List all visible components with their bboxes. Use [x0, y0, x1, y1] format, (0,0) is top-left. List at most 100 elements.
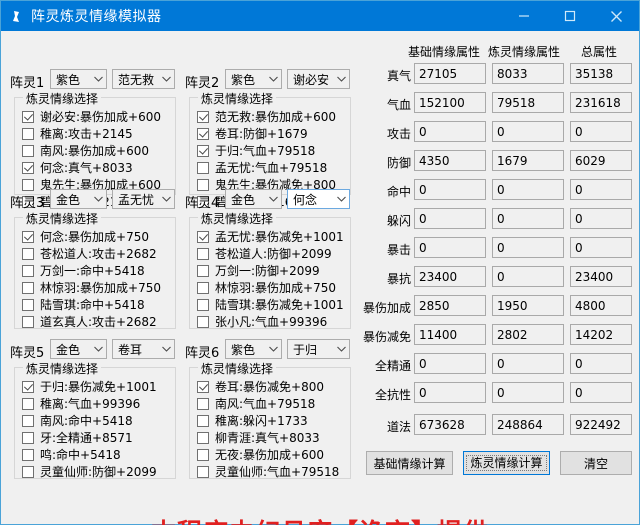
attr-field-11-total[interactable]: 0 — [570, 382, 632, 403]
attr-field-0-base[interactable]: 27105 — [414, 63, 486, 84]
attr-field-7-refine[interactable]: 0 — [492, 266, 564, 287]
checkbox-icon[interactable] — [22, 431, 34, 444]
list-item[interactable]: 孟无忧:气血+79518 — [197, 159, 336, 176]
spirit-1-color-select[interactable]: 紫色 — [50, 69, 107, 89]
checkbox-icon[interactable] — [197, 380, 209, 393]
checkbox-icon[interactable] — [22, 178, 34, 191]
checkbox-icon[interactable] — [197, 127, 209, 140]
attr-field-9-total[interactable]: 14202 — [570, 324, 632, 345]
checkbox-icon[interactable] — [197, 315, 209, 328]
spirit-2-name-select[interactable]: 谢必安 — [287, 69, 350, 89]
checkbox-icon[interactable] — [197, 178, 209, 191]
attr-field-5-total[interactable]: 0 — [570, 208, 632, 229]
checkbox-icon[interactable] — [22, 380, 34, 393]
attr-field-8-refine[interactable]: 1950 — [492, 295, 564, 316]
list-item[interactable]: 道玄真人:攻击+2682 — [22, 313, 161, 330]
checkbox-icon[interactable] — [22, 448, 34, 461]
attr-field-10-base[interactable]: 0 — [414, 353, 486, 374]
attr-field-0-refine[interactable]: 8033 — [492, 63, 564, 84]
spirit-4-color-select[interactable]: 金色 — [225, 189, 282, 209]
minimize-button[interactable] — [501, 1, 547, 31]
attr-field-1-base[interactable]: 152100 — [414, 92, 486, 113]
list-item[interactable]: 何念:暴伤加成+750 — [22, 228, 161, 245]
attr-field-12-refine[interactable]: 248864 — [492, 414, 564, 435]
checkbox-icon[interactable] — [197, 264, 209, 277]
list-item[interactable]: 卷耳:防御+1679 — [197, 125, 336, 142]
checkbox-icon[interactable] — [22, 161, 34, 174]
attr-field-4-total[interactable]: 0 — [570, 179, 632, 200]
maximize-button[interactable] — [547, 1, 593, 31]
list-item[interactable]: 南风:气血+79518 — [197, 395, 339, 412]
list-item[interactable]: 灵童仙师:气血+79518 — [197, 463, 339, 480]
list-item[interactable]: 苍松道人:攻击+2682 — [22, 245, 161, 262]
list-item[interactable]: 陆雪琪:暴伤减免+1001 — [197, 296, 344, 313]
list-item[interactable]: 稚离:气血+99396 — [22, 395, 157, 412]
attr-field-6-base[interactable]: 0 — [414, 237, 486, 258]
attr-field-5-base[interactable]: 0 — [414, 208, 486, 229]
list-item[interactable]: 孟无忧:暴伤减免+1001 — [197, 228, 344, 245]
list-item[interactable]: 南风:暴伤加成+600 — [22, 142, 161, 159]
attr-field-1-total[interactable]: 231618 — [570, 92, 632, 113]
attr-field-11-base[interactable]: 0 — [414, 382, 486, 403]
attr-field-3-total[interactable]: 6029 — [570, 150, 632, 171]
attr-field-2-base[interactable]: 0 — [414, 121, 486, 142]
attr-field-3-base[interactable]: 4350 — [414, 150, 486, 171]
attr-field-4-base[interactable]: 0 — [414, 179, 486, 200]
attr-field-10-total[interactable]: 0 — [570, 353, 632, 374]
checkbox-icon[interactable] — [197, 230, 209, 243]
list-item[interactable]: 于归:气血+79518 — [197, 142, 336, 159]
attr-field-8-base[interactable]: 2850 — [414, 295, 486, 316]
attr-field-0-total[interactable]: 35138 — [570, 63, 632, 84]
checkbox-icon[interactable] — [197, 414, 209, 427]
list-item[interactable]: 陆雪琪:命中+5418 — [22, 296, 161, 313]
attr-field-6-refine[interactable]: 0 — [492, 237, 564, 258]
spirit-2-color-select[interactable]: 紫色 — [225, 69, 282, 89]
list-item[interactable]: 卷耳:暴伤减免+800 — [197, 378, 339, 395]
attr-field-9-base[interactable]: 11400 — [414, 324, 486, 345]
attr-field-10-refine[interactable]: 0 — [492, 353, 564, 374]
spirit-5-name-select[interactable]: 卷耳 — [112, 339, 175, 359]
checkbox-icon[interactable] — [22, 264, 34, 277]
checkbox-icon[interactable] — [22, 465, 34, 478]
list-item[interactable]: 林惊羽:暴伤加成+750 — [197, 279, 344, 296]
checkbox-icon[interactable] — [197, 431, 209, 444]
list-item[interactable]: 牙:全精通+8571 — [22, 429, 157, 446]
list-item[interactable]: 南风:命中+5418 — [22, 412, 157, 429]
checkbox-icon[interactable] — [197, 281, 209, 294]
spirit-4-name-select[interactable]: 何念 — [287, 189, 350, 209]
list-item[interactable]: 万剑一:防御+2099 — [197, 262, 344, 279]
checkbox-icon[interactable] — [197, 144, 209, 157]
attr-field-2-total[interactable]: 0 — [570, 121, 632, 142]
checkbox-icon[interactable] — [22, 397, 34, 410]
checkbox-icon[interactable] — [22, 127, 34, 140]
spirit-3-color-select[interactable]: 金色 — [50, 189, 107, 209]
checkbox-icon[interactable] — [197, 298, 209, 311]
attr-field-11-refine[interactable]: 0 — [492, 382, 564, 403]
attr-field-9-refine[interactable]: 2802 — [492, 324, 564, 345]
spirit-6-name-select[interactable]: 于归 — [287, 339, 350, 359]
list-item[interactable]: 谢必安:暴伤加成+600 — [22, 108, 161, 125]
list-item[interactable]: 张小凡:气血+99396 — [197, 313, 344, 330]
checkbox-icon[interactable] — [197, 448, 209, 461]
checkbox-icon[interactable] — [197, 161, 209, 174]
spirit-5-color-select[interactable]: 金色 — [50, 339, 107, 359]
attr-field-3-refine[interactable]: 1679 — [492, 150, 564, 171]
close-button[interactable] — [593, 1, 639, 31]
list-item[interactable]: 稚离:攻击+2145 — [22, 125, 161, 142]
checkbox-icon[interactable] — [22, 230, 34, 243]
base-calc-button[interactable]: 基础情缘计算 — [366, 451, 453, 475]
list-item[interactable]: 万剑一:命中+5418 — [22, 262, 161, 279]
attr-field-7-base[interactable]: 23400 — [414, 266, 486, 287]
checkbox-icon[interactable] — [197, 247, 209, 260]
attr-field-8-total[interactable]: 4800 — [570, 295, 632, 316]
checkbox-icon[interactable] — [197, 110, 209, 123]
list-item[interactable]: 柳青涯:真气+8033 — [197, 429, 339, 446]
checkbox-icon[interactable] — [22, 247, 34, 260]
checkbox-icon[interactable] — [22, 315, 34, 328]
checkbox-icon[interactable] — [22, 298, 34, 311]
clear-button[interactable]: 清空 — [560, 451, 632, 475]
attr-field-1-refine[interactable]: 79518 — [492, 92, 564, 113]
spirit-6-color-select[interactable]: 紫色 — [225, 339, 282, 359]
list-item[interactable]: 于归:暴伤减免+1001 — [22, 378, 157, 395]
attr-field-5-refine[interactable]: 0 — [492, 208, 564, 229]
